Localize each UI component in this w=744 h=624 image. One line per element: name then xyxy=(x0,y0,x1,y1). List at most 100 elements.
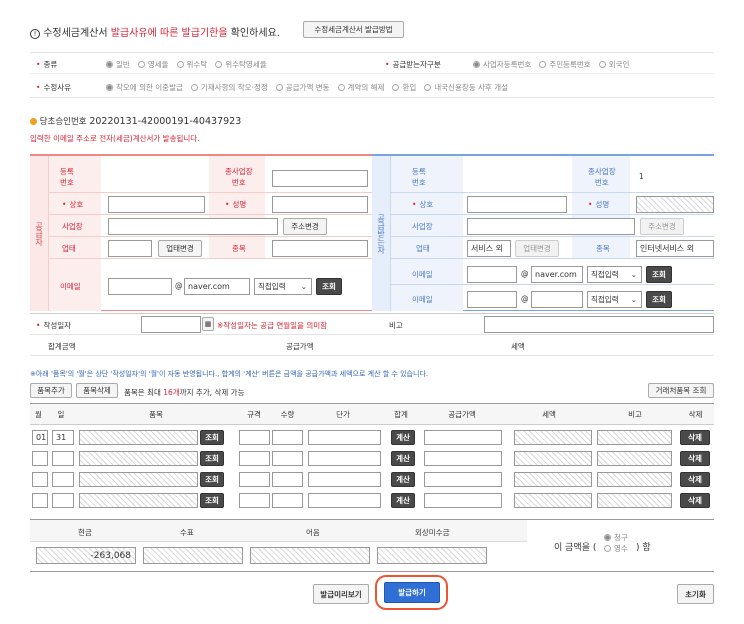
receiver-email2-domain-input[interactable] xyxy=(531,291,583,308)
delete-row-button[interactable]: 삭제 xyxy=(680,493,710,508)
supplier-biztype-change-button[interactable]: 업태변경 xyxy=(158,240,202,257)
delete-row-button[interactable]: 삭제 xyxy=(680,430,710,445)
day-input[interactable] xyxy=(52,451,74,466)
calc-button[interactable]: 계산 xyxy=(391,472,415,487)
receiver-email1-domain-input[interactable]: naver.com xyxy=(531,266,583,283)
radio-icon[interactable] xyxy=(215,61,223,68)
radio-icon[interactable] xyxy=(337,84,345,91)
supplier-addr-input[interactable] xyxy=(108,218,278,235)
calc-button[interactable]: 계산 xyxy=(391,493,415,508)
tax-input[interactable] xyxy=(514,472,592,487)
receiver-email2-id-input[interactable] xyxy=(467,291,517,308)
day-input[interactable] xyxy=(52,493,74,508)
memo-input[interactable] xyxy=(484,316,714,333)
memo-item-input[interactable] xyxy=(597,430,672,445)
spec-input[interactable] xyxy=(239,451,270,466)
receiver-name-input[interactable] xyxy=(467,196,567,213)
radio-icon[interactable] xyxy=(392,84,400,91)
item-input[interactable] xyxy=(79,430,198,445)
receiver-item-input[interactable]: 인터넷서비스 외 xyxy=(636,240,714,257)
radio-icon[interactable] xyxy=(137,61,145,68)
tax-input[interactable] xyxy=(514,430,592,445)
qty-input[interactable] xyxy=(272,451,303,466)
spec-input[interactable] xyxy=(239,430,270,445)
radio-icon[interactable] xyxy=(473,61,480,68)
receiver-email1-select[interactable]: 직접입력 ⌄ xyxy=(587,266,642,283)
supplier-email-domain-input[interactable]: naver.com xyxy=(184,278,250,295)
check-input[interactable] xyxy=(143,547,243,564)
tax-input[interactable] xyxy=(514,493,592,508)
supplier-branch-input[interactable] xyxy=(272,170,368,187)
radio-icon[interactable] xyxy=(604,534,611,541)
month-input[interactable] xyxy=(32,493,48,508)
supply-value-input[interactable] xyxy=(424,472,502,487)
radio-icon[interactable] xyxy=(275,84,283,91)
radio-icon[interactable] xyxy=(176,61,184,68)
supplier-item-input[interactable] xyxy=(272,240,368,257)
unit-price-input[interactable] xyxy=(308,493,381,508)
item-lookup-button[interactable]: 조회 xyxy=(200,451,224,466)
qty-input[interactable] xyxy=(272,493,303,508)
radio-icon[interactable] xyxy=(106,61,113,68)
issue-button[interactable]: 발급하기 xyxy=(384,582,440,603)
supplier-name-input[interactable] xyxy=(108,196,205,213)
write-date-input[interactable] xyxy=(141,316,201,333)
receiver-email1-lookup-button[interactable]: 조회 xyxy=(646,266,672,283)
unit-price-input[interactable] xyxy=(308,451,381,466)
item-lookup-button[interactable]: 조회 xyxy=(200,493,224,508)
radio-icon[interactable] xyxy=(539,61,547,68)
unit-price-input[interactable] xyxy=(308,430,381,445)
supplier-email-lookup-button[interactable]: 조회 xyxy=(316,278,342,295)
radio-icon[interactable] xyxy=(424,84,432,91)
receiver-email2-select[interactable]: 직접입력 ⌄ xyxy=(587,291,642,308)
add-item-button[interactable]: 품목추가 xyxy=(30,383,72,398)
month-input[interactable]: 01 xyxy=(32,430,48,445)
receiver-addr-change-button[interactable]: 주소변경 xyxy=(640,218,684,235)
delete-row-button[interactable]: 삭제 xyxy=(680,472,710,487)
calc-button[interactable]: 계산 xyxy=(391,430,415,445)
radio-icon[interactable] xyxy=(598,61,606,68)
memo-item-input[interactable] xyxy=(597,472,672,487)
item-input[interactable] xyxy=(79,493,198,508)
delete-row-button[interactable]: 삭제 xyxy=(680,451,710,466)
reset-button[interactable]: 초기화 xyxy=(677,584,714,604)
receiver-email2-lookup-button[interactable]: 조회 xyxy=(646,291,672,308)
calendar-icon[interactable]: ▦ xyxy=(202,317,214,331)
qty-input[interactable] xyxy=(272,472,303,487)
supplier-ceo-input[interactable] xyxy=(272,196,368,213)
kind-options[interactable]: 일반 영세율 위수탁 위수탁영세율 xyxy=(98,59,267,70)
item-lookup-button[interactable]: 조회 xyxy=(200,472,224,487)
receiver-type-options[interactable]: 사업자등록번호 주민등록번호 외국인 xyxy=(465,59,629,70)
month-input[interactable] xyxy=(32,451,48,466)
claim-receipt-radios[interactable]: 청구 영수 xyxy=(604,532,628,554)
note-input[interactable] xyxy=(250,547,370,564)
supplier-email-select[interactable]: 직접입력 ⌄ xyxy=(254,278,312,295)
item-input[interactable] xyxy=(79,472,198,487)
issue-guide-button[interactable]: 수정세금계산서 발급방법 xyxy=(303,21,404,38)
radio-icon[interactable] xyxy=(190,84,198,91)
supplier-biztype-input[interactable] xyxy=(108,240,152,257)
supply-value-input[interactable] xyxy=(424,430,502,445)
month-input[interactable] xyxy=(32,472,48,487)
qty-input[interactable] xyxy=(272,430,303,445)
credit-input[interactable] xyxy=(377,547,487,564)
spec-input[interactable] xyxy=(239,493,270,508)
preview-button[interactable]: 발급미리보기 xyxy=(313,584,369,604)
reason-options[interactable]: 착오에 의한 이중발급 기재사항의 착오·정정 공급가액 변동 계약의 해제 환입 내국신… xyxy=(98,82,508,93)
memo-item-input[interactable] xyxy=(597,493,672,508)
delete-item-button[interactable]: 품목삭제 xyxy=(76,383,118,398)
tax-input[interactable] xyxy=(514,451,592,466)
unit-price-input[interactable] xyxy=(308,472,381,487)
item-input[interactable] xyxy=(79,451,198,466)
receiver-email1-id-input[interactable] xyxy=(467,266,517,283)
radio-icon[interactable] xyxy=(604,545,611,552)
spec-input[interactable] xyxy=(239,472,270,487)
supplier-addr-change-button[interactable]: 주소변경 xyxy=(283,218,327,235)
cash-input[interactable]: -263,068 xyxy=(36,547,136,564)
receiver-biztype-change-button[interactable]: 업태변경 xyxy=(515,240,559,257)
receiver-ceo-input[interactable] xyxy=(636,196,714,213)
receiver-biztype-input[interactable]: 서비스 외 xyxy=(467,240,511,257)
supply-value-input[interactable] xyxy=(424,493,502,508)
calc-button[interactable]: 계산 xyxy=(391,451,415,466)
radio-icon[interactable] xyxy=(106,84,113,91)
